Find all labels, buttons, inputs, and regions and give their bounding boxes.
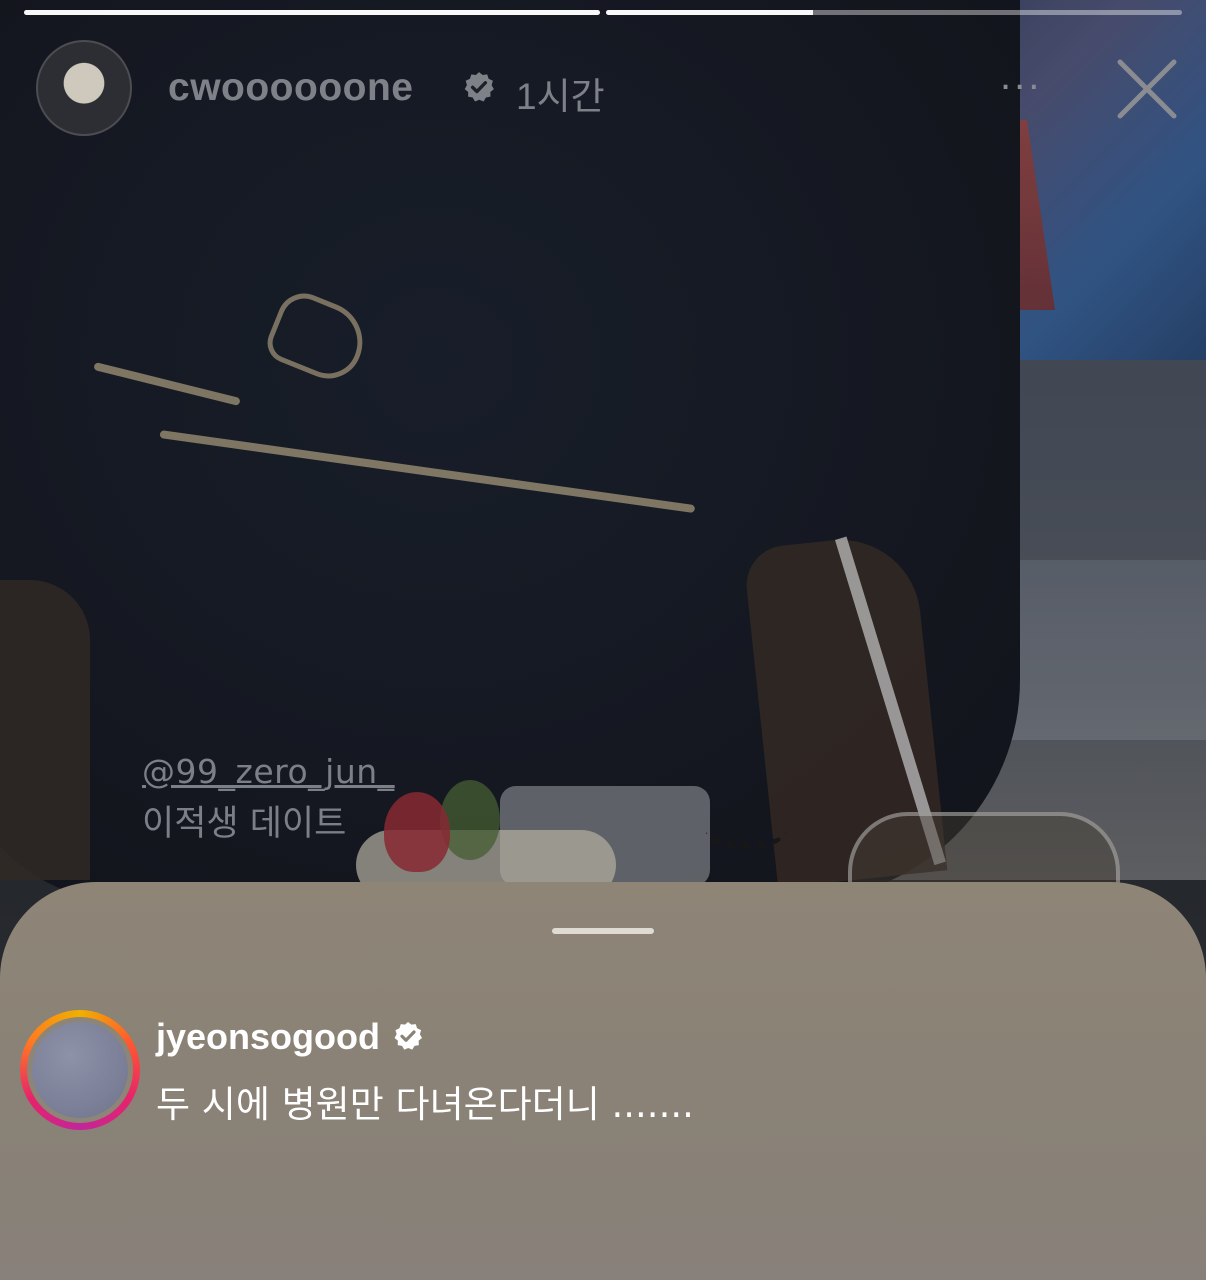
more-options-button[interactable]: ...	[1000, 54, 1042, 99]
sheet-drag-handle[interactable]	[552, 928, 654, 934]
mention-caption: 이적생 데이트	[142, 804, 347, 844]
commenter-username[interactable]: jyeonsogood	[156, 1016, 380, 1058]
avatar[interactable]	[36, 40, 132, 136]
story-username[interactable]: cwoooooone	[168, 66, 413, 110]
story-time: 1시간	[516, 76, 605, 117]
mention-handle[interactable]: @99_zero_jun_	[142, 752, 395, 791]
story-progress-2	[606, 10, 1182, 15]
verified-badge-icon	[394, 1022, 422, 1050]
story-progress-fill	[24, 10, 600, 15]
mention-sticker[interactable]: @99_zero_jun_ 이적생 데이트	[142, 752, 395, 846]
comment-text: 두 시에 병원만 다녀온다더니 .......	[156, 1083, 694, 1126]
story-ring-avatar[interactable]	[20, 1010, 140, 1130]
verified-badge-icon	[464, 72, 494, 102]
story-viewer: cwoooooone 1시간 ... @99_zero_jun_ 이적생 데이트…	[0, 0, 1206, 1280]
story-progress-1	[24, 10, 600, 15]
comment-sheet: jyeonsogood 두 시에 병원만 다녀온다더니 .......	[0, 882, 1206, 1280]
story-progress-fill	[606, 10, 814, 15]
commenter-avatar	[32, 1022, 128, 1118]
close-icon[interactable]	[1112, 54, 1182, 124]
